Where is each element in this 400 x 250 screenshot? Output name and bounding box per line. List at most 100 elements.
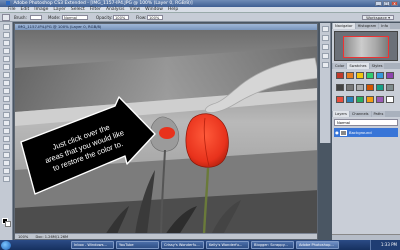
background-color-swatch[interactable] [5, 221, 11, 227]
hand-tool-icon[interactable] [2, 168, 10, 174]
flow-label: Flow: [136, 15, 147, 20]
tab-styles[interactable]: Styles [369, 63, 385, 69]
workspace-button[interactable]: Workspace ▾ [362, 15, 394, 20]
healing-brush-tool-icon[interactable] [2, 72, 10, 78]
layers-panel: Layers Channels Paths Normal ● Backgroun… [332, 111, 400, 137]
color-swatch-18[interactable] [386, 96, 394, 103]
layer-comps-panel-icon[interactable] [321, 62, 329, 68]
tab-swatches[interactable]: Swatches [347, 63, 369, 69]
tab-paths[interactable]: Paths [371, 111, 386, 117]
pen-tool-icon[interactable] [2, 136, 10, 142]
taskbar-item-youtube[interactable]: YouTube [116, 241, 159, 249]
color-swatch-6[interactable] [386, 72, 394, 79]
marquee-tool-icon[interactable] [2, 32, 10, 38]
color-swatch-15[interactable] [356, 96, 364, 103]
color-swatch-2[interactable] [346, 72, 354, 79]
tab-navigator[interactable]: Navigator [333, 23, 355, 29]
blur-tool-icon[interactable] [2, 120, 10, 126]
window-title: Adobe Photoshop CS3 Extended - [IMG_1157… [13, 1, 193, 6]
tab-channels[interactable]: Channels [349, 111, 371, 117]
history-panel-icon[interactable] [321, 26, 329, 32]
taskbar-item-kelly[interactable]: Kelly's Wonderfu... [206, 241, 249, 249]
menu-layer[interactable]: Layer [53, 7, 66, 12]
clone-stamp-tool-icon[interactable] [2, 88, 10, 94]
blend-mode-select[interactable]: Normal [334, 119, 398, 126]
tab-info[interactable]: Info [379, 23, 391, 29]
color-swatch-7[interactable] [336, 84, 344, 91]
magic-wand-tool-icon[interactable] [2, 48, 10, 54]
color-swatch-4[interactable] [366, 72, 374, 79]
shape-tool-icon[interactable] [2, 160, 10, 166]
actions-panel-icon[interactable] [321, 35, 329, 41]
color-swatch-17[interactable] [376, 96, 384, 103]
color-swatch-3[interactable] [356, 72, 364, 79]
color-swatch-11[interactable] [376, 84, 384, 91]
zoom-tool-icon[interactable] [2, 176, 10, 182]
close-button[interactable]: x [391, 1, 398, 6]
color-swatch-12[interactable] [386, 84, 394, 91]
type-tool-icon[interactable] [2, 144, 10, 150]
layer-name: Background [349, 130, 372, 135]
gradient-tool-icon[interactable] [2, 112, 10, 118]
brushes-panel-icon[interactable] [321, 44, 329, 50]
color-swatch-9[interactable] [356, 84, 364, 91]
color-swatch-13[interactable] [336, 96, 344, 103]
crop-tool-icon[interactable] [2, 56, 10, 62]
canvas-image[interactable]: Just click over the areas that you would… [15, 30, 317, 235]
canvas[interactable]: Just click over the areas that you would… [15, 30, 317, 235]
menu-edit[interactable]: Edit [21, 7, 30, 12]
layer-row-background[interactable]: ● Background [334, 128, 398, 137]
eraser-tool-icon[interactable] [2, 104, 10, 110]
color-swatch-10[interactable] [366, 84, 374, 91]
photoshop-window: Adobe Photoshop CS3 Extended - [IMG_1157… [0, 0, 400, 250]
dodge-tool-icon[interactable] [2, 128, 10, 134]
maximize-button[interactable]: □ [383, 1, 390, 6]
clock[interactable]: 1:33 PM [381, 242, 397, 247]
move-tool-icon[interactable] [2, 24, 10, 30]
tool-presets-panel-icon[interactable] [321, 53, 329, 59]
mode-label: Mode: [48, 15, 61, 20]
tab-color[interactable]: Color [333, 63, 347, 69]
color-swatch-8[interactable] [346, 84, 354, 91]
menu-help[interactable]: Help [168, 7, 178, 12]
menu-analysis[interactable]: Analysis [106, 7, 125, 12]
minimize-button[interactable]: _ [375, 1, 382, 6]
mode-select[interactable]: Normal [62, 15, 88, 20]
flow-field[interactable]: 100% [147, 15, 163, 20]
taskbar-item-crissy[interactable]: Crissy's Wonderfu... [161, 241, 204, 249]
zoom-level[interactable]: 100% [18, 235, 28, 239]
taskbar-item-photoshop[interactable]: Adobe Photoshop... [296, 241, 339, 249]
collapsed-panel-dock [320, 23, 331, 143]
navigator-view-box[interactable] [343, 36, 389, 58]
tab-histogram[interactable]: Histogram [355, 23, 379, 29]
navigator-panel-tabs: Navigator Histogram Info [332, 23, 400, 29]
opacity-field[interactable]: 100% [113, 15, 129, 20]
menu-window[interactable]: Window [145, 7, 163, 12]
lasso-tool-icon[interactable] [2, 40, 10, 46]
taskbar-item-inbox[interactable]: Inbox - Windows... [71, 241, 114, 249]
menu-view[interactable]: View [129, 7, 140, 12]
windows-taskbar: Inbox - Windows... YouTube Crissy's Wond… [0, 240, 400, 250]
brush-picker[interactable] [30, 15, 42, 20]
menu-file[interactable]: File [8, 7, 16, 12]
color-swatch-16[interactable] [366, 96, 374, 103]
color-swatch-5[interactable] [376, 72, 384, 79]
brush-tool-icon[interactable] [2, 80, 10, 86]
system-tray: 1:33 PM [370, 240, 400, 250]
color-swatch-1[interactable] [336, 72, 344, 79]
title-bar: Adobe Photoshop CS3 Extended - [IMG_1157… [0, 0, 400, 7]
start-button[interactable] [1, 240, 11, 250]
color-swatch-14[interactable] [346, 96, 354, 103]
taskbar-item-blogger[interactable]: Blogger: Scrappy... [251, 241, 294, 249]
navigator-preview[interactable] [334, 31, 398, 61]
photoshop-icon [6, 0, 10, 5]
slice-tool-icon[interactable] [2, 64, 10, 70]
tab-layers[interactable]: Layers [333, 111, 349, 117]
brush-label: Brush: [14, 15, 27, 20]
history-brush-tool-icon[interactable] [2, 96, 10, 102]
menu-image[interactable]: Image [34, 7, 48, 12]
path-selection-tool-icon[interactable] [2, 152, 10, 158]
menu-select[interactable]: Select [71, 7, 85, 12]
tool-preset-picker[interactable] [2, 14, 10, 21]
menu-filter[interactable]: Filter [90, 7, 101, 12]
